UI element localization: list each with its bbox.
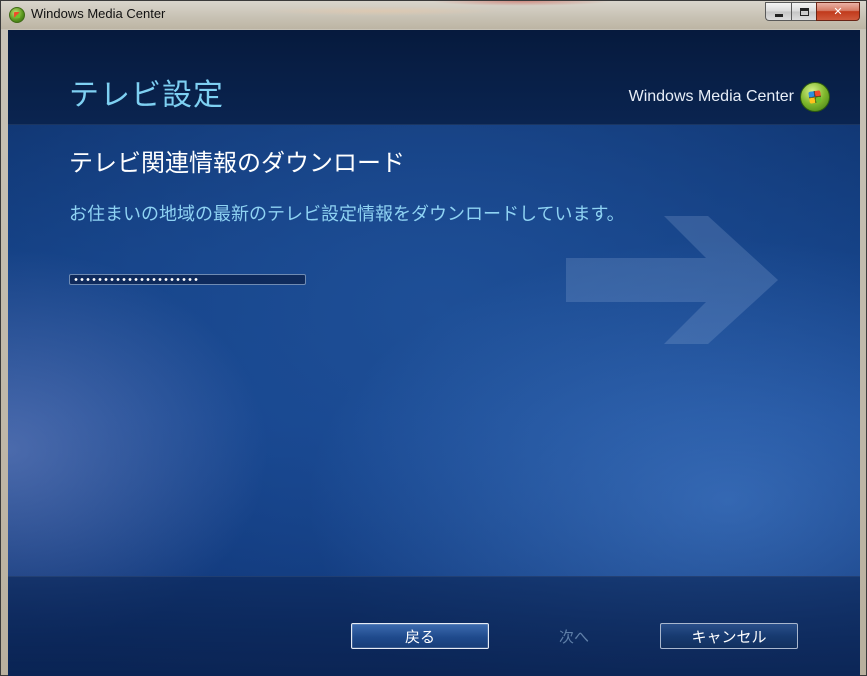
windows-orb-icon <box>800 82 830 112</box>
next-button: 次へ <box>558 627 589 646</box>
brand-logo: Windows Media Center <box>629 82 830 112</box>
window-title: Windows Media Center <box>31 6 166 21</box>
arrow-shape <box>566 216 778 344</box>
close-icon: ✕ <box>833 5 843 18</box>
maximize-icon <box>799 7 809 16</box>
media-center-window: Windows Media Center ✕ テレビ設定 Windows Med… <box>0 0 867 676</box>
maximize-button[interactable] <box>791 2 816 21</box>
progress-fill <box>73 277 199 282</box>
media-center-content: テレビ設定 Windows Media Center テレビ関連情報のダウンロー… <box>8 30 860 676</box>
header-band: テレビ設定 Windows Media Center <box>8 30 860 125</box>
brand-text: Windows Media Center <box>628 88 794 105</box>
media-center-icon <box>9 7 25 23</box>
minimize-button[interactable] <box>765 2 791 21</box>
download-progress-bar <box>69 274 306 285</box>
minimize-icon <box>774 13 783 17</box>
caption-buttons: ✕ <box>765 2 860 21</box>
section-title: テレビ関連情報のダウンロード <box>69 149 405 177</box>
close-button[interactable]: ✕ <box>816 2 860 21</box>
back-button[interactable]: 戻る <box>351 623 489 649</box>
title-bar[interactable]: Windows Media Center ✕ <box>1 1 866 29</box>
page-title: テレビ設定 <box>69 78 224 113</box>
download-description: お住まいの地域の最新のテレビ設定情報をダウンロードしています。 <box>69 204 625 225</box>
cancel-button[interactable]: キャンセル <box>660 623 798 649</box>
